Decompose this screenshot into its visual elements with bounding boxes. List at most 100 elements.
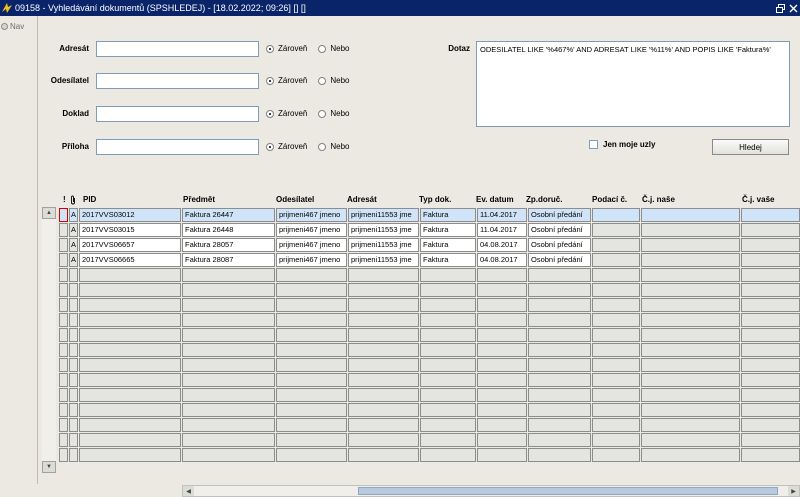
podaci-c-cell[interactable] — [592, 268, 640, 282]
col-header-zp-doruc[interactable]: Zp.doruč. — [526, 195, 562, 204]
zp-doruc-cell[interactable] — [528, 298, 591, 312]
table-row[interactable] — [59, 358, 800, 373]
table-row[interactable] — [59, 403, 800, 418]
odesilatel-cell[interactable] — [276, 298, 347, 312]
cj-nase-cell[interactable] — [641, 328, 740, 342]
cj-nase-cell[interactable] — [641, 223, 740, 237]
radio-adresat-zaroven[interactable]: Zároveň — [266, 44, 307, 53]
col-header-odesilatel[interactable]: Odesílatel — [276, 195, 314, 204]
attachment-cell[interactable] — [69, 298, 78, 312]
table-row[interactable] — [59, 448, 800, 463]
zp-doruc-cell[interactable] — [528, 328, 591, 342]
predmet-cell[interactable] — [182, 373, 275, 387]
ev-datum-cell[interactable] — [477, 373, 527, 387]
typ-dok-cell[interactable] — [420, 268, 476, 282]
podaci-c-cell[interactable] — [592, 388, 640, 402]
pid-cell[interactable] — [79, 418, 181, 432]
typ-dok-cell[interactable] — [420, 448, 476, 462]
ev-datum-cell[interactable] — [477, 268, 527, 282]
flag-cell[interactable] — [59, 388, 68, 402]
cj-nase-cell[interactable] — [641, 373, 740, 387]
podaci-c-cell[interactable] — [592, 253, 640, 267]
col-header-flag[interactable]: ! — [63, 195, 66, 204]
cj-nase-cell[interactable] — [641, 418, 740, 432]
typ-dok-cell[interactable] — [420, 328, 476, 342]
ev-datum-cell[interactable]: 11.04.2017 — [477, 208, 527, 222]
attachment-cell[interactable] — [69, 283, 78, 297]
table-row[interactable]: A 2017VVS03015 Faktura 26448 prijmeni467 jm… — [59, 223, 800, 238]
horizontal-scrollbar[interactable]: ◀ ▶ — [182, 485, 800, 497]
pid-cell[interactable] — [79, 328, 181, 342]
adresat-cell[interactable] — [348, 328, 419, 342]
odesilatel-cell[interactable] — [276, 418, 347, 432]
predmet-cell[interactable]: Faktura 28057 — [182, 238, 275, 252]
attachment-cell[interactable] — [69, 343, 78, 357]
attachment-cell[interactable] — [69, 388, 78, 402]
table-row[interactable] — [59, 313, 800, 328]
radio-odesilatel-nebo[interactable]: Nebo — [318, 76, 349, 85]
adresat-cell[interactable]: prijmeni11553 jme — [348, 253, 419, 267]
cj-nase-cell[interactable] — [641, 208, 740, 222]
ev-datum-cell[interactable] — [477, 388, 527, 402]
odesilatel-cell[interactable]: prijmeni467 jmeno — [276, 223, 347, 237]
flag-cell[interactable] — [59, 433, 68, 447]
cj-nase-cell[interactable] — [641, 253, 740, 267]
flag-cell[interactable] — [59, 238, 68, 252]
typ-dok-cell[interactable]: Faktura — [420, 238, 476, 252]
odesilatel-cell[interactable] — [276, 313, 347, 327]
zp-doruc-cell[interactable] — [528, 313, 591, 327]
table-row[interactable] — [59, 388, 800, 403]
adresat-cell[interactable] — [348, 448, 419, 462]
cj-vase-cell[interactable] — [741, 403, 800, 417]
pid-cell[interactable] — [79, 313, 181, 327]
cj-nase-cell[interactable] — [641, 448, 740, 462]
cj-nase-cell[interactable] — [641, 238, 740, 252]
typ-dok-cell[interactable] — [420, 373, 476, 387]
adresat-cell[interactable] — [348, 433, 419, 447]
flag-cell[interactable] — [59, 253, 68, 267]
attachment-cell[interactable]: A — [69, 208, 78, 222]
ev-datum-cell[interactable] — [477, 433, 527, 447]
typ-dok-cell[interactable] — [420, 358, 476, 372]
predmet-cell[interactable] — [182, 328, 275, 342]
flag-cell[interactable] — [59, 268, 68, 282]
paperclip-icon[interactable] — [70, 195, 76, 207]
flag-cell[interactable] — [59, 328, 68, 342]
cj-vase-cell[interactable] — [741, 253, 800, 267]
col-header-predmet[interactable]: Předmět — [183, 195, 215, 204]
pid-cell[interactable] — [79, 448, 181, 462]
predmet-cell[interactable] — [182, 298, 275, 312]
cj-vase-cell[interactable] — [741, 283, 800, 297]
scroll-left-icon[interactable]: ◀ — [183, 486, 194, 496]
predmet-cell[interactable] — [182, 358, 275, 372]
flag-cell[interactable] — [59, 208, 68, 222]
adresat-input[interactable] — [96, 41, 259, 57]
col-header-cj-vase[interactable]: Č.j. vaše — [742, 195, 774, 204]
predmet-cell[interactable] — [182, 418, 275, 432]
podaci-c-cell[interactable] — [592, 238, 640, 252]
adresat-cell[interactable] — [348, 418, 419, 432]
col-header-cj-nase[interactable]: Č.j. naše — [642, 195, 675, 204]
ev-datum-cell[interactable] — [477, 418, 527, 432]
podaci-c-cell[interactable] — [592, 298, 640, 312]
cj-nase-cell[interactable] — [641, 358, 740, 372]
odesilatel-cell[interactable] — [276, 433, 347, 447]
ev-datum-cell[interactable]: 04.08.2017 — [477, 238, 527, 252]
zp-doruc-cell[interactable]: Osobní předání — [528, 223, 591, 237]
odesilatel-cell[interactable] — [276, 343, 347, 357]
predmet-cell[interactable]: Faktura 28087 — [182, 253, 275, 267]
attachment-cell[interactable]: A — [69, 238, 78, 252]
cj-vase-cell[interactable] — [741, 313, 800, 327]
table-row[interactable] — [59, 343, 800, 358]
zp-doruc-cell[interactable] — [528, 448, 591, 462]
cj-nase-cell[interactable] — [641, 343, 740, 357]
podaci-c-cell[interactable] — [592, 373, 640, 387]
cj-vase-cell[interactable] — [741, 388, 800, 402]
adresat-cell[interactable] — [348, 358, 419, 372]
close-icon[interactable] — [788, 3, 798, 13]
attachment-cell[interactable] — [69, 433, 78, 447]
flag-cell[interactable] — [59, 283, 68, 297]
odesilatel-input[interactable] — [96, 73, 259, 89]
odesilatel-cell[interactable]: prijmeni467 jmeno — [276, 238, 347, 252]
typ-dok-cell[interactable]: Faktura — [420, 208, 476, 222]
